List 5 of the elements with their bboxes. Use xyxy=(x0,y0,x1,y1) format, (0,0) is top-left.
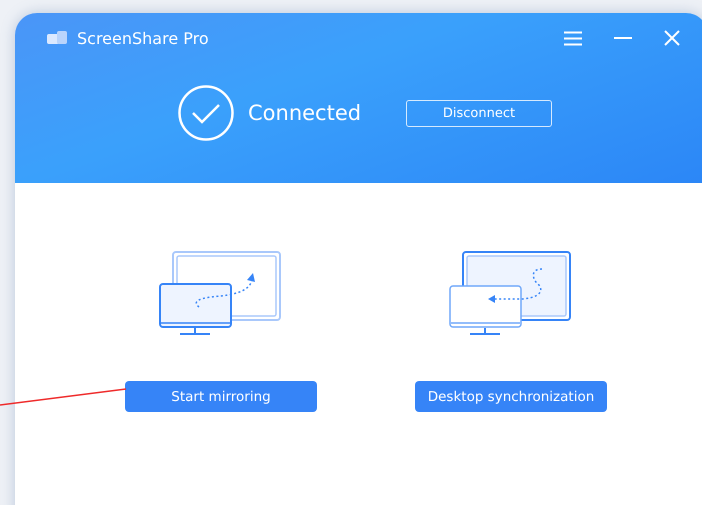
sync-button[interactable]: Desktop synchronization xyxy=(415,381,607,412)
status-label: Connected xyxy=(248,101,362,125)
disconnect-button[interactable]: Disconnect xyxy=(406,100,552,126)
start-mirroring-button[interactable]: Start mirroring xyxy=(125,381,317,412)
window-title: ScreenShare Pro xyxy=(77,28,210,48)
